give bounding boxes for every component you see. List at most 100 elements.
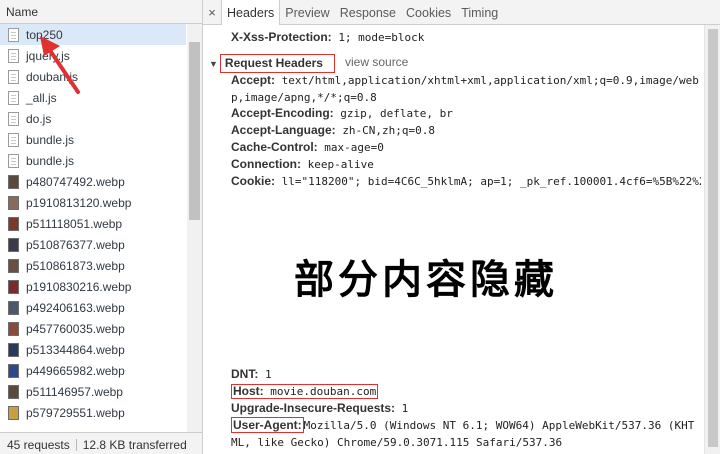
header-key: Connection:: [231, 157, 301, 171]
request-list-item[interactable]: p511118051.webp: [0, 213, 186, 234]
document-file-icon: [8, 48, 19, 63]
image-thumbnail-icon: [8, 195, 19, 210]
document-file-icon: [8, 111, 19, 126]
header-key: Accept-Language:: [231, 123, 336, 137]
header-value: max-age=0: [324, 141, 384, 154]
header-value: movie.douban.com: [270, 385, 377, 398]
tab-timing[interactable]: Timing: [456, 0, 503, 24]
network-request-list-panel: Name top250 jquery.js douban.js _all.js do.j…: [0, 0, 203, 454]
details-scrollbar-thumb[interactable]: [708, 29, 718, 447]
request-headers-section-toggle[interactable]: ▼ Request Headers: [209, 54, 335, 73]
request-name: do.js: [26, 111, 52, 126]
image-thumbnail-icon: [8, 237, 19, 252]
header-row-cache-control: Cache-Control: max-age=0: [231, 139, 701, 157]
request-list-item[interactable]: jquery.js: [0, 45, 186, 66]
request-name: p449665982.webp: [26, 363, 125, 378]
request-name: p457760035.webp: [26, 321, 125, 336]
request-name: p1910830216.webp: [26, 279, 132, 294]
header-key: Cache-Control:: [231, 140, 318, 154]
header-value: text/html,application/xhtml+xml,applicat…: [231, 74, 699, 104]
header-value: 1: [401, 402, 409, 415]
request-list-item[interactable]: p511146957.webp: [0, 381, 186, 402]
request-list-item[interactable]: p510876377.webp: [0, 234, 186, 255]
request-list-item[interactable]: p449665982.webp: [0, 360, 186, 381]
request-list-item[interactable]: p513344864.webp: [0, 339, 186, 360]
host-highlight-box: Host: movie.douban.com: [231, 384, 379, 399]
document-file-icon: [8, 90, 19, 105]
status-divider: [75, 439, 77, 451]
request-list-item[interactable]: p1910830216.webp: [0, 276, 186, 297]
header-row-accept: Accept: text/html,application/xhtml+xml,…: [231, 72, 701, 106]
header-row-connection: Connection: keep-alive: [231, 156, 701, 174]
image-thumbnail-icon: [8, 342, 19, 357]
header-row-upgrade-insecure-requests: Upgrade-Insecure-Requests: 1: [231, 400, 701, 418]
request-list-item[interactable]: p457760035.webp: [0, 318, 186, 339]
tab-cookies[interactable]: Cookies: [401, 0, 456, 24]
header-row-accept-language: Accept-Language: zh-CN,zh;q=0.8: [231, 122, 701, 140]
request-count: 45 requests: [7, 438, 70, 452]
header-key: X-Xss-Protection:: [231, 30, 332, 44]
request-list-item[interactable]: top250: [0, 24, 186, 45]
request-list-item[interactable]: _all.js: [0, 87, 186, 108]
header-key: DNT:: [231, 367, 259, 381]
header-key: Upgrade-Insecure-Requests:: [231, 401, 396, 415]
request-list-item[interactable]: p492406163.webp: [0, 297, 186, 318]
header-key: Host:: [233, 384, 264, 398]
details-scrollbar[interactable]: [704, 25, 720, 454]
header-value: ll="118200"; bid=4C6C_5hklmA; ap=1; _pk_…: [281, 175, 701, 188]
header-value: zh-CN,zh;q=0.8: [342, 124, 436, 137]
request-list-item[interactable]: p510861873.webp: [0, 255, 186, 276]
request-headers-title: Request Headers: [219, 54, 335, 73]
header-value: 1; mode=block: [338, 31, 425, 44]
header-row-dnt: DNT: 1: [231, 366, 701, 384]
details-tab-bar: × Headers Preview Response Cookies Timing: [203, 0, 720, 25]
header-key: Accept:: [231, 73, 276, 87]
triangle-down-icon: ▼: [209, 59, 218, 69]
network-status-bar: 45 requests 12.8 KB transferred: [0, 432, 202, 454]
request-name: douban.js: [26, 69, 79, 84]
name-column-header[interactable]: Name: [0, 0, 202, 24]
request-name: bundle.js: [26, 153, 75, 168]
request-list-item[interactable]: p579729551.webp: [0, 402, 186, 423]
image-thumbnail-icon: [8, 384, 19, 399]
header-row-x-xss-protection: X-Xss-Protection: 1; mode=block: [231, 29, 701, 47]
request-list-scrollbar-thumb[interactable]: [189, 42, 200, 220]
image-thumbnail-icon: [8, 258, 19, 273]
request-list-item[interactable]: douban.js: [0, 66, 186, 87]
request-name: bundle.js: [26, 132, 75, 147]
request-list-item[interactable]: bundle.js: [0, 150, 186, 171]
image-thumbnail-icon: [8, 363, 19, 378]
request-name: p510861873.webp: [26, 258, 125, 273]
request-list-scrollbar[interactable]: [187, 24, 202, 432]
request-name: p480747492.webp: [26, 174, 125, 189]
image-thumbnail-icon: [8, 216, 19, 231]
header-key: Accept-Encoding:: [231, 106, 334, 120]
request-name: p1910813120.webp: [26, 195, 132, 210]
request-name: p511146957.webp: [26, 384, 123, 399]
image-thumbnail-icon: [8, 405, 19, 420]
tab-preview[interactable]: Preview: [280, 0, 334, 24]
close-details-icon[interactable]: ×: [203, 0, 221, 24]
image-thumbnail-icon: [8, 300, 19, 315]
request-name: jquery.js: [26, 48, 70, 63]
request-name: p510876377.webp: [26, 237, 125, 252]
header-value: gzip, deflate, br: [340, 107, 453, 120]
tab-response[interactable]: Response: [335, 0, 401, 24]
image-thumbnail-icon: [8, 174, 19, 189]
document-file-icon: [8, 27, 19, 42]
tab-headers[interactable]: Headers: [221, 0, 281, 25]
header-key: User-Agent:: [231, 417, 304, 433]
request-list-item[interactable]: do.js: [0, 108, 186, 129]
image-thumbnail-icon: [8, 279, 19, 294]
document-file-icon: [8, 69, 19, 84]
request-list-item[interactable]: p480747492.webp: [0, 171, 186, 192]
request-list-item[interactable]: bundle.js: [0, 129, 186, 150]
header-row-host: Host: movie.douban.com: [231, 383, 701, 401]
request-list-item[interactable]: p1910813120.webp: [0, 192, 186, 213]
view-source-link[interactable]: view source: [345, 55, 408, 69]
request-name: p579729551.webp: [26, 405, 125, 420]
header-value: keep-alive: [307, 158, 374, 171]
header-key: Cookie:: [231, 174, 276, 188]
document-file-icon: [8, 153, 19, 168]
header-row-accept-encoding: Accept-Encoding: gzip, deflate, br: [231, 105, 701, 123]
